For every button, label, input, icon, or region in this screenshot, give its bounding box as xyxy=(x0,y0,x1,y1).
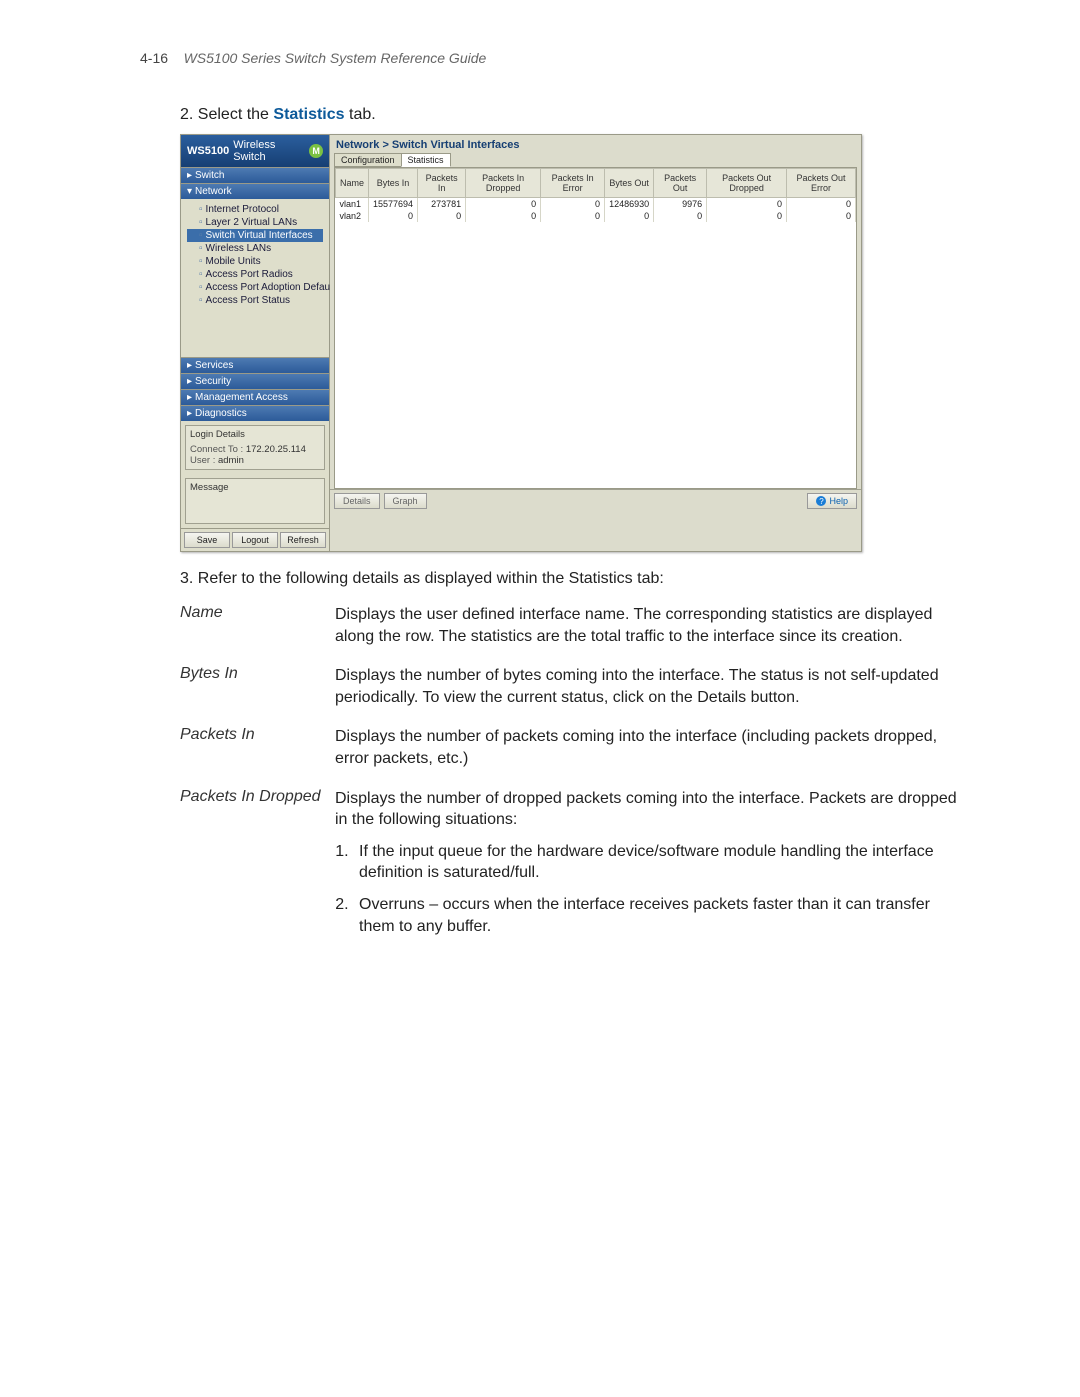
nav-section-security[interactable]: ▸Security xyxy=(181,373,329,389)
nav-section-network[interactable]: ▾Network xyxy=(181,183,329,199)
save-button[interactable]: Save xyxy=(184,532,230,548)
details-button[interactable]: Details xyxy=(334,493,380,509)
step-2: 2. Select the Statistics tab. xyxy=(180,106,960,124)
def-term: Packets In Dropped xyxy=(180,788,335,948)
tree-item[interactable]: ▫Access Port Adoption Defaults xyxy=(187,281,323,294)
step-3: 3. Refer to the following details as dis… xyxy=(180,570,960,588)
col-packets-out[interactable]: Packets Out xyxy=(654,169,707,198)
help-icon: ? xyxy=(816,496,826,506)
def-row: Name Displays the user defined interface… xyxy=(180,604,960,647)
running-header: 4-16 WS5100 Series Switch System Referen… xyxy=(140,50,960,66)
tree-item[interactable]: ▫Wireless LANs xyxy=(187,242,323,255)
def-row: Packets In Displays the number of packet… xyxy=(180,726,960,769)
connect-to-label: Connect To : xyxy=(190,444,243,455)
tree-item[interactable]: ▫Internet Protocol xyxy=(187,203,323,216)
nav-tree: ▫Internet Protocol ▫Layer 2 Virtual LANs… xyxy=(181,199,329,357)
col-packets-in-dropped[interactable]: Packets In Dropped xyxy=(466,169,541,198)
col-bytes-in[interactable]: Bytes In xyxy=(369,169,418,198)
page-icon: ▫ xyxy=(199,243,203,254)
page-icon: ▫ xyxy=(199,230,203,241)
nav-section-services[interactable]: ▸Services xyxy=(181,357,329,373)
col-name[interactable]: Name xyxy=(336,169,369,198)
page-icon: ▫ xyxy=(199,282,203,293)
connect-to-value: 172.20.25.114 xyxy=(246,444,306,455)
stats-table: Name Bytes In Packets In Packets In Drop… xyxy=(335,168,856,222)
graph-button[interactable]: Graph xyxy=(384,493,427,509)
page-icon: ▫ xyxy=(199,269,203,280)
page-icon: ▫ xyxy=(199,295,203,306)
user-label: User : xyxy=(190,455,215,466)
user-value: admin xyxy=(218,455,244,466)
brand-sub: Wireless Switch xyxy=(233,139,309,163)
def-row: Packets In Dropped Displays the number o… xyxy=(180,788,960,948)
tree-item[interactable]: ▫Access Port Status xyxy=(187,294,323,307)
definition-list: Name Displays the user defined interface… xyxy=(180,604,960,947)
def-desc: Displays the number of bytes coming into… xyxy=(335,665,960,708)
def-term: Packets In xyxy=(180,726,335,769)
def-desc: Displays the number of packets coming in… xyxy=(335,726,960,769)
col-packets-out-dropped[interactable]: Packets Out Dropped xyxy=(707,169,787,198)
page-icon: ▫ xyxy=(199,217,203,228)
brand-logo-icon: M xyxy=(309,144,323,158)
help-button[interactable]: ? Help xyxy=(807,493,857,509)
page-icon: ▫ xyxy=(199,204,203,215)
logout-button[interactable]: Logout xyxy=(232,532,278,548)
message-label: Message xyxy=(190,482,229,493)
tree-item[interactable]: ▫Layer 2 Virtual LANs xyxy=(187,216,323,229)
nav-section-management[interactable]: ▸Management Access xyxy=(181,389,329,405)
stats-table-wrap: Name Bytes In Packets In Packets In Drop… xyxy=(334,167,857,489)
message-box: Message xyxy=(185,478,325,524)
nav-section-switch[interactable]: ▸Switch xyxy=(181,167,329,183)
main-panel: Network > Switch Virtual Interfaces Conf… xyxy=(330,135,861,551)
brand-name: WS5100 xyxy=(187,145,229,157)
tree-item[interactable]: ▫Access Port Radios xyxy=(187,268,323,281)
col-packets-in[interactable]: Packets In xyxy=(418,169,466,198)
col-packets-out-error[interactable]: Packets Out Error xyxy=(787,169,856,198)
col-packets-in-error[interactable]: Packets In Error xyxy=(541,169,605,198)
breadcrumb: Network > Switch Virtual Interfaces xyxy=(330,135,861,153)
bottom-bar: Details Graph ? Help xyxy=(330,489,861,512)
page-number: 4-16 xyxy=(140,50,168,66)
login-legend: Login Details xyxy=(190,429,320,440)
nav-section-diagnostics[interactable]: ▸Diagnostics xyxy=(181,405,329,421)
def-desc: Displays the number of dropped packets c… xyxy=(335,788,960,948)
def-term: Bytes In xyxy=(180,665,335,708)
table-row[interactable]: vlan1 15577694 273781 0 0 12486930 9976 … xyxy=(336,198,856,211)
tabs: Configuration Statistics xyxy=(330,153,861,167)
doc-title: WS5100 Series Switch System Reference Gu… xyxy=(184,50,487,66)
refresh-button[interactable]: Refresh xyxy=(280,532,326,548)
list-item: If the input queue for the hardware devi… xyxy=(353,841,960,884)
list-item: Overruns – occurs when the interface rec… xyxy=(353,894,960,937)
def-term: Name xyxy=(180,604,335,647)
col-bytes-out[interactable]: Bytes Out xyxy=(605,169,654,198)
page-icon: ▫ xyxy=(199,256,203,267)
app-window: WS5100 Wireless Switch M ▸Switch ▾Networ… xyxy=(180,134,862,552)
tab-statistics[interactable]: Statistics xyxy=(401,153,451,167)
tree-item[interactable]: ▫Mobile Units xyxy=(187,255,323,268)
brand-bar: WS5100 Wireless Switch M xyxy=(181,135,329,167)
sidebar: WS5100 Wireless Switch M ▸Switch ▾Networ… xyxy=(181,135,330,551)
login-details-box: Login Details Connect To : 172.20.25.114… xyxy=(185,425,325,470)
tree-item-selected[interactable]: ▫Switch Virtual Interfaces xyxy=(187,229,323,242)
def-desc: Displays the user defined interface name… xyxy=(335,604,960,647)
tab-configuration[interactable]: Configuration xyxy=(334,153,402,167)
table-row[interactable]: vlan2 0 0 0 0 0 0 0 0 xyxy=(336,210,856,222)
def-row: Bytes In Displays the number of bytes co… xyxy=(180,665,960,708)
